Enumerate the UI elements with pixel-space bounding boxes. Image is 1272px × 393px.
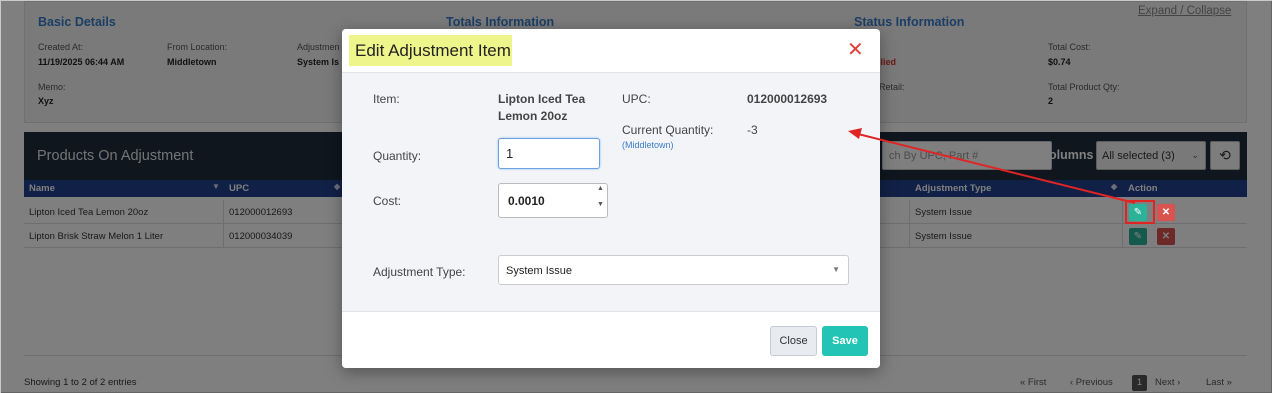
cost-value: 0.0010 (508, 194, 545, 208)
adjustment-type-value: System Issue (506, 265, 573, 277)
item-value-line2: Lemon 20oz (498, 109, 568, 123)
current-quantity-label: Current Quantity: (622, 123, 714, 137)
close-icon: ✕ (1161, 207, 1171, 218)
cost-label: Cost: (373, 194, 402, 208)
quantity-label: Quantity: (373, 149, 422, 163)
quantity-input[interactable]: 1 (498, 138, 600, 169)
save-button[interactable]: Save (822, 326, 868, 356)
edit-button-highlighted[interactable]: ✎ (1129, 204, 1147, 221)
cost-input[interactable]: 0.0010 ▲ ▼ (498, 183, 608, 218)
item-label: Item: (373, 92, 400, 106)
pencil-icon: ✎ (1133, 207, 1143, 218)
adjustment-type-select[interactable]: System Issue ▼ (498, 255, 849, 285)
current-quantity-value: -3 (747, 123, 758, 137)
current-quantity-location: (Middletown) (622, 140, 674, 150)
spin-up-icon[interactable]: ▲ (594, 185, 607, 201)
modal-title: Edit Adjustment Item (349, 35, 512, 66)
caret-down-icon: ▼ (832, 265, 840, 274)
adjustment-type-label: Adjustment Type: (373, 265, 466, 279)
close-button[interactable]: Close (770, 326, 817, 356)
upc-value: 012000012693 (747, 92, 828, 106)
edit-adjustment-modal: Edit Adjustment Item ✕ Item: Lipton Iced… (342, 29, 880, 368)
item-value-line1: Lipton Iced Tea (498, 92, 586, 106)
spin-down-icon[interactable]: ▼ (594, 201, 607, 217)
modal-header: Edit Adjustment Item ✕ (342, 29, 880, 73)
close-icon[interactable]: ✕ (847, 40, 864, 60)
delete-button-highlighted[interactable]: ✕ (1157, 204, 1175, 221)
modal-footer: Close Save (342, 311, 880, 368)
app-frame: Basic Details Created At: 11/19/2025 06:… (0, 0, 1272, 393)
upc-label: UPC: (622, 92, 651, 106)
